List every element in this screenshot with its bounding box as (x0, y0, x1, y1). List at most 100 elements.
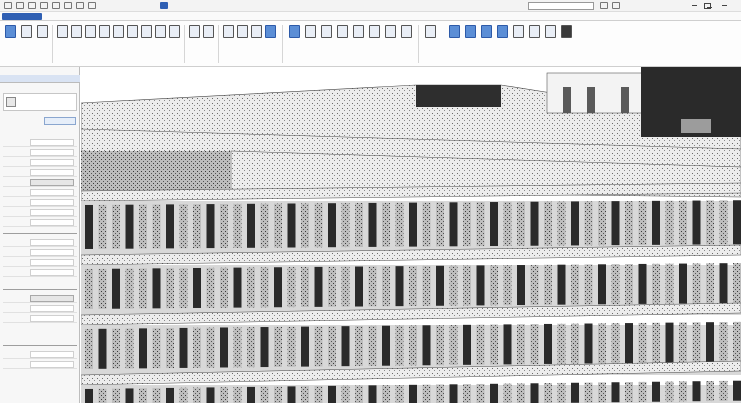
facade-window[interactable] (139, 328, 147, 369)
facade-window[interactable] (571, 323, 579, 364)
facade-window[interactable] (395, 202, 404, 247)
facade-window[interactable] (490, 265, 498, 306)
facade-window[interactable] (544, 201, 552, 246)
measure-icon[interactable] (76, 2, 84, 9)
facade-window[interactable] (584, 201, 593, 246)
facade-window[interactable] (557, 323, 566, 364)
facade-window[interactable] (409, 384, 417, 403)
facade-window[interactable] (530, 264, 539, 305)
tab-12[interactable] (542, 13, 572, 20)
facade-window[interactable] (382, 325, 390, 366)
facade-window[interactable] (98, 268, 107, 309)
app-menu-icon[interactable] (4, 2, 12, 9)
facade-window[interactable] (638, 200, 647, 245)
facade-window[interactable] (233, 387, 242, 403)
facade-window[interactable] (692, 263, 701, 304)
facade-window[interactable] (557, 382, 566, 403)
facade-window[interactable] (679, 263, 687, 304)
facade-window[interactable] (692, 322, 701, 363)
facade-window[interactable] (638, 322, 647, 363)
tab-7[interactable] (324, 13, 364, 20)
facade-window[interactable] (625, 382, 633, 403)
facade-window[interactable] (328, 203, 336, 248)
roof-tool-button[interactable] (98, 25, 111, 53)
facade-window[interactable] (220, 327, 228, 368)
facade-window[interactable] (85, 328, 93, 369)
facade-window[interactable] (652, 381, 660, 402)
undo-icon[interactable] (40, 2, 48, 9)
tab-0[interactable] (2, 13, 42, 20)
edit-type-button[interactable] (44, 117, 76, 125)
property-value[interactable] (30, 179, 74, 186)
facade-window[interactable] (328, 385, 336, 403)
property-value[interactable] (30, 169, 74, 176)
facade-window[interactable] (139, 204, 147, 249)
facade-window[interactable] (611, 382, 620, 403)
facade-window[interactable] (341, 203, 350, 248)
wall-tool-button[interactable] (20, 25, 33, 53)
facade-window[interactable] (247, 203, 255, 248)
facade-window[interactable] (287, 386, 296, 403)
facade-window[interactable] (193, 267, 201, 308)
facade-window[interactable] (260, 327, 269, 368)
property-value[interactable] (30, 199, 74, 206)
tab-14[interactable] (610, 13, 640, 20)
facade-window[interactable] (436, 202, 444, 247)
facade-window[interactable] (139, 388, 147, 403)
facade-window[interactable] (233, 327, 242, 368)
facade-window[interactable] (571, 382, 579, 403)
facade-window[interactable] (476, 265, 485, 306)
facade-window[interactable] (112, 268, 120, 309)
facade-window[interactable] (368, 202, 377, 247)
facade-window[interactable] (382, 202, 390, 247)
facade-window[interactable] (125, 388, 134, 403)
facade-window[interactable] (584, 323, 593, 364)
property-value[interactable] (30, 361, 74, 368)
facade-window[interactable] (733, 200, 741, 245)
facade-window[interactable] (733, 263, 741, 304)
facade-window[interactable] (652, 200, 660, 245)
facade-window[interactable] (152, 204, 161, 249)
facade-window[interactable] (611, 264, 620, 305)
tab-6[interactable] (278, 13, 318, 20)
facade-window[interactable] (598, 323, 606, 364)
facade-window[interactable] (247, 386, 255, 403)
tab-17[interactable] (712, 13, 738, 20)
facade-window[interactable] (436, 325, 444, 366)
opening-face-tool-button[interactable] (368, 25, 381, 53)
property-value[interactable] (30, 159, 74, 166)
ramp-tool-button[interactable] (202, 25, 215, 53)
facade-window[interactable] (503, 324, 512, 365)
facade-window[interactable] (476, 324, 485, 365)
facade-window[interactable] (166, 328, 174, 369)
facade-window[interactable] (449, 202, 458, 247)
facade-window[interactable] (274, 386, 282, 403)
facade-window[interactable] (233, 203, 242, 248)
shaft-tool-button[interactable] (384, 25, 397, 53)
facade-window[interactable] (220, 267, 228, 308)
facade-window[interactable] (598, 201, 606, 246)
facade-window[interactable] (247, 327, 255, 368)
facade-window[interactable] (611, 201, 620, 246)
tab-11[interactable] (508, 13, 538, 20)
ceiling-tool-button[interactable] (112, 25, 125, 53)
facade-window[interactable] (706, 322, 714, 363)
facade-window[interactable] (571, 201, 579, 246)
facade-window[interactable] (179, 327, 188, 368)
stair-tool-button[interactable] (222, 25, 235, 53)
facade-window[interactable] (530, 201, 539, 246)
facade-window[interactable] (314, 266, 323, 307)
facade-window[interactable] (625, 264, 633, 305)
facade-window[interactable] (598, 264, 606, 305)
family-tool-button[interactable] (544, 25, 557, 53)
facade-window[interactable] (436, 265, 444, 306)
facade-window[interactable] (274, 267, 282, 308)
facade-window[interactable] (665, 263, 674, 304)
tag-room-tool-button[interactable] (320, 25, 333, 53)
facade-window[interactable] (422, 325, 431, 366)
facade-window[interactable] (422, 384, 431, 403)
facade-window[interactable] (571, 264, 579, 305)
redo-icon[interactable] (52, 2, 60, 9)
facade-window[interactable] (665, 200, 674, 245)
facade-window[interactable] (368, 266, 377, 307)
